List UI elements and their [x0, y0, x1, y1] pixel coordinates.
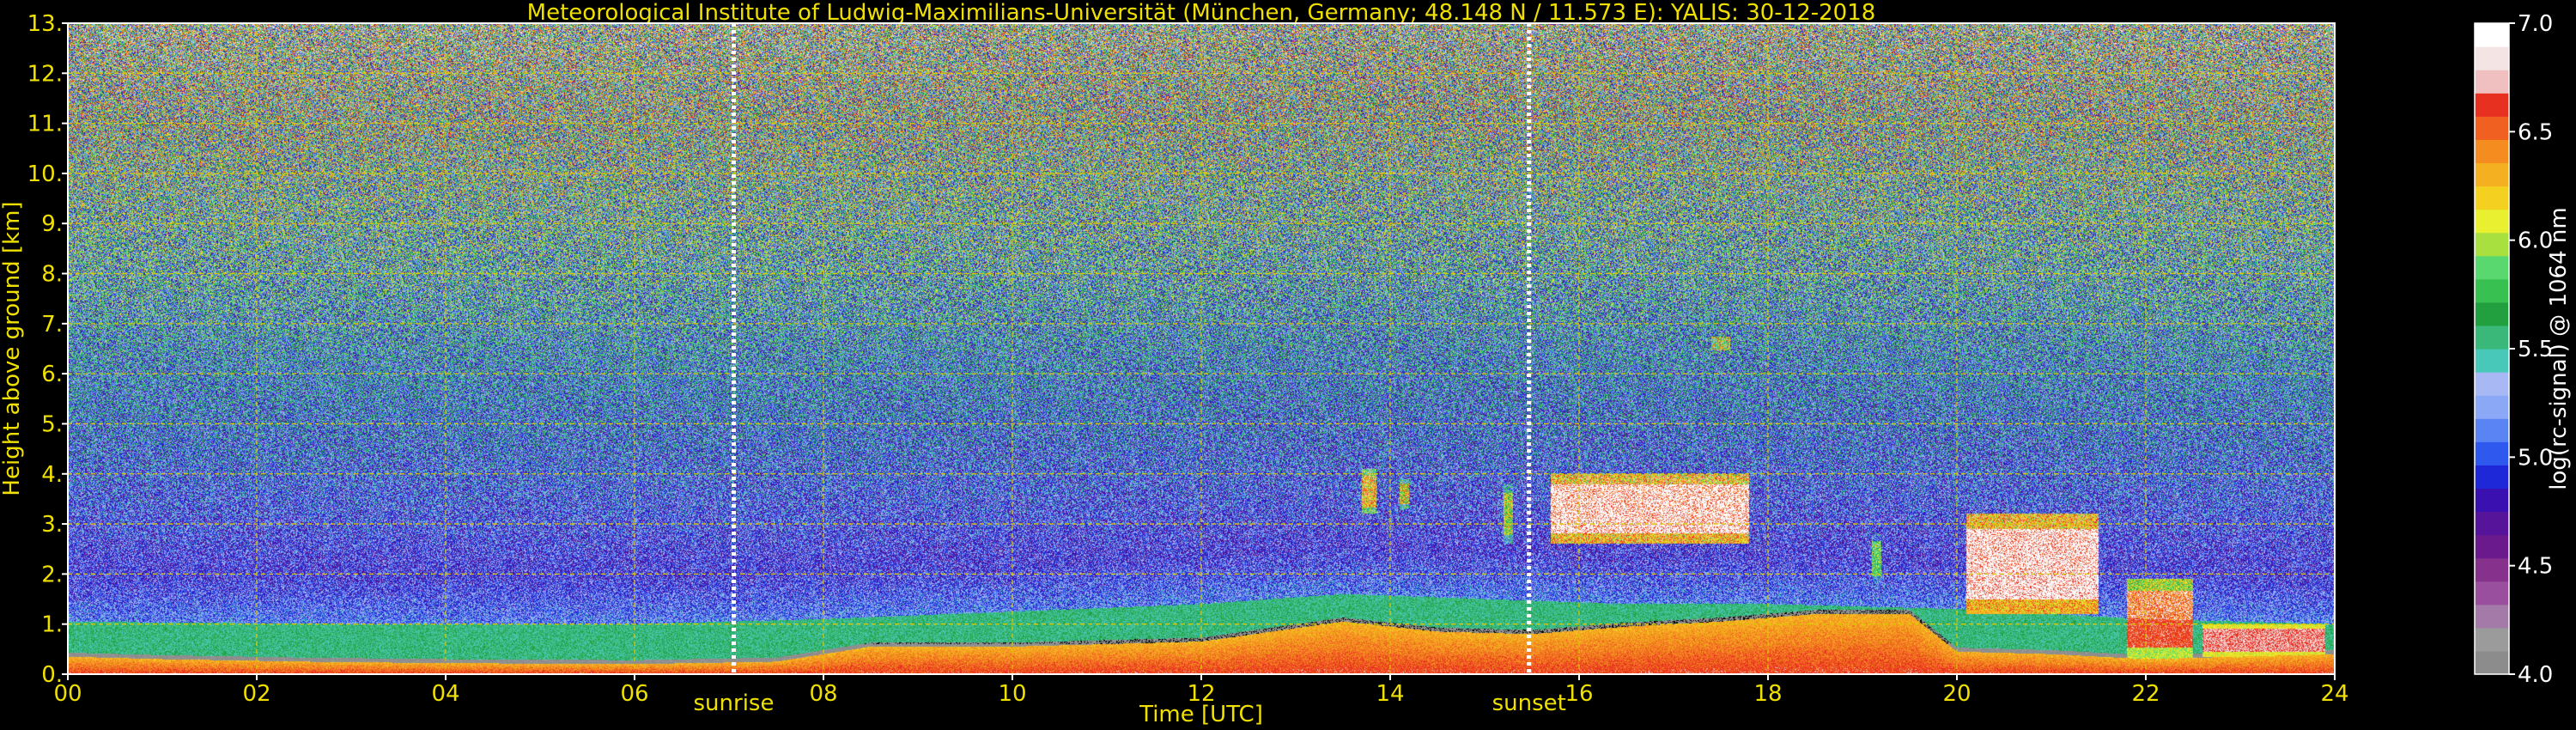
- colorbar-swatch: [2475, 395, 2509, 419]
- colorbar-swatch: [2475, 301, 2509, 326]
- x-tick-label: 18: [1753, 681, 1782, 707]
- colorbar-swatch: [2475, 650, 2509, 675]
- colorbar-swatch: [2475, 209, 2509, 234]
- colorbar-tick-label: 4.0: [2518, 662, 2553, 688]
- sunrise-label: sunrise: [694, 690, 775, 716]
- y-tick-label: 5.: [41, 411, 63, 437]
- colorbar-swatch: [2475, 465, 2509, 490]
- y-tick-label: 10.: [27, 161, 63, 187]
- colorbar-swatch: [2475, 232, 2509, 257]
- x-tick-label: 14: [1376, 681, 1404, 707]
- x-tick-label: 02: [242, 681, 270, 707]
- colorbar-swatch: [2475, 116, 2509, 140]
- x-tick-label: 06: [620, 681, 648, 707]
- sunset-label: sunset: [1492, 690, 1566, 716]
- colorbar-swatch: [2475, 627, 2509, 652]
- x-axis-label: Time [UTC]: [1139, 702, 1263, 727]
- colorbar-swatch: [2475, 186, 2509, 210]
- x-tick-label: 24: [2320, 681, 2348, 707]
- colorbar-swatch: [2475, 534, 2509, 559]
- y-tick-label: 9.: [41, 211, 63, 237]
- y-tick-label: 13.: [27, 11, 63, 37]
- chart-title: Meteorological Institute of Ludwig-Maxim…: [527, 0, 1876, 26]
- y-axis-label: Height above ground [km]: [0, 201, 25, 496]
- y-tick-label: 7.: [41, 312, 63, 338]
- y-tick-label: 8.: [41, 262, 63, 288]
- colorbar-tick-label: 7.0: [2518, 11, 2553, 37]
- colorbar-swatch: [2475, 511, 2509, 536]
- colorbar-tick-label: 4.5: [2518, 554, 2553, 580]
- colorbar-swatch: [2475, 349, 2509, 373]
- y-tick-label: 6.: [41, 362, 63, 387]
- x-tick-label: 20: [1942, 681, 1971, 707]
- colorbar-swatch: [2475, 372, 2509, 396]
- colorbar-swatch: [2475, 488, 2509, 513]
- plot-area: [67, 22, 2336, 675]
- x-tick-label: 10: [998, 681, 1026, 707]
- colorbar-swatch: [2475, 418, 2509, 442]
- colorbar: [2474, 22, 2510, 675]
- colorbar-swatch: [2475, 278, 2509, 303]
- colorbar-swatch: [2475, 23, 2509, 47]
- colorbar-swatch: [2475, 255, 2509, 280]
- y-tick-label: 12.: [27, 61, 63, 87]
- colorbar-swatch: [2475, 325, 2509, 350]
- x-tick-label: 16: [1564, 681, 1593, 707]
- y-tick-label: 4.: [41, 462, 63, 488]
- colorbar-swatch: [2475, 604, 2509, 629]
- colorbar-swatch: [2475, 46, 2509, 70]
- x-tick-label: 08: [809, 681, 837, 707]
- lidar-figure: Meteorological Institute of Ludwig-Maxim…: [0, 0, 2576, 730]
- y-tick-label: 1.: [41, 612, 63, 638]
- x-tick-label: 22: [2131, 681, 2160, 707]
- y-tick-label: 2.: [41, 562, 63, 587]
- colorbar-swatch: [2475, 162, 2509, 187]
- colorbar-swatch: [2475, 70, 2509, 94]
- x-tick-label: 04: [431, 681, 459, 707]
- colorbar-label: log(rc-signal) @ 1064 nm: [2546, 207, 2572, 490]
- colorbar-tick-label: 6.5: [2518, 119, 2553, 145]
- colorbar-swatch: [2475, 441, 2509, 465]
- colorbar-swatch: [2475, 581, 2509, 605]
- colorbar-swatch: [2475, 93, 2509, 117]
- colorbar-swatch: [2475, 139, 2509, 164]
- y-tick-label: 11.: [27, 112, 63, 137]
- colorbar-swatch: [2475, 557, 2509, 582]
- y-tick-label: 0.: [41, 662, 63, 688]
- y-tick-label: 3.: [41, 512, 63, 538]
